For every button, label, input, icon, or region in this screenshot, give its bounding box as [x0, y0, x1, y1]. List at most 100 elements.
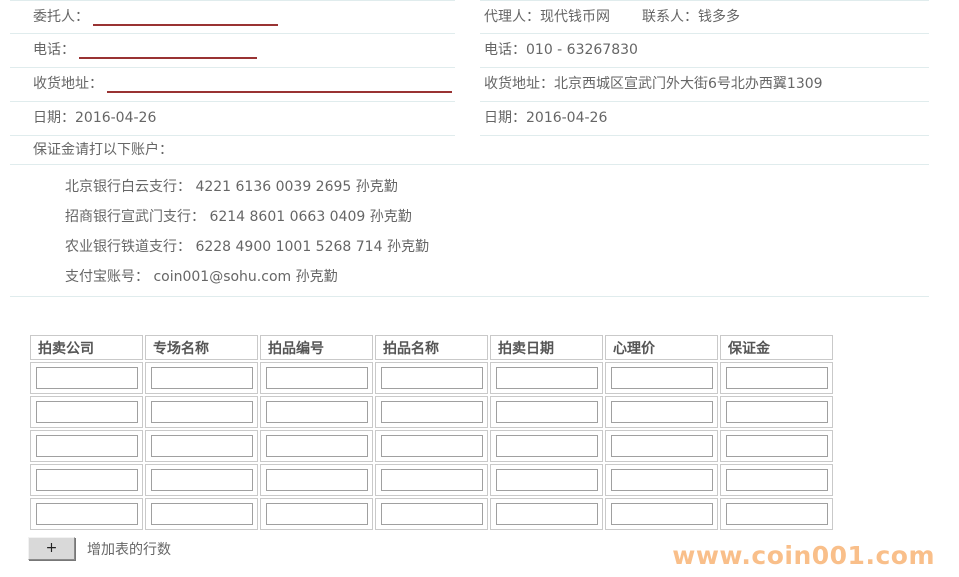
agent-cell: 代理人：现代钱币网联系人：钱多多: [480, 0, 929, 34]
form-row-phone: 电话： 电话：010 - 63267830: [10, 34, 929, 68]
table-cell-input[interactable]: [151, 469, 253, 491]
table-cell-input[interactable]: [381, 435, 483, 457]
agent-date-cell: 日期：2016-04-26: [480, 102, 929, 136]
add-rows-label: 增加表的行数: [87, 539, 171, 559]
table-cell-input[interactable]: [266, 401, 368, 423]
table-cell-input[interactable]: [151, 401, 253, 423]
table-cell: [375, 464, 488, 496]
form-row-address: 收货地址： 收货地址：北京西城区宣武门外大街6号北办西翼1309: [10, 68, 929, 102]
table-cell-input[interactable]: [726, 401, 828, 423]
consignor-cell: 委托人：: [10, 0, 455, 34]
table-cell-input[interactable]: [151, 503, 253, 525]
header-auction-company: 拍卖公司: [30, 335, 143, 360]
table-cell-input[interactable]: [36, 503, 138, 525]
consignor-phone-input[interactable]: [79, 45, 257, 59]
consignor-address-input[interactable]: [107, 79, 452, 93]
table-cell: [720, 464, 833, 496]
form-row-date: 日期：2016-04-26 日期：2016-04-26: [10, 102, 929, 136]
table-cell: [145, 430, 258, 462]
table-row: [30, 396, 833, 428]
table-cell-input[interactable]: [266, 435, 368, 457]
table-cell: [720, 430, 833, 462]
add-row-button[interactable]: +: [28, 537, 75, 560]
contact-label: 联系人：钱多多: [642, 9, 740, 25]
table-cell: [720, 396, 833, 428]
consignor-date-cell: 日期：2016-04-26: [10, 102, 455, 136]
agent-phone-text: 电话：010 - 63267830: [484, 42, 638, 58]
consignor-label: 委托人：: [33, 9, 89, 25]
table-cell-input[interactable]: [611, 367, 713, 389]
site-watermark: www.coin001.com: [672, 541, 935, 570]
table-cell: [375, 362, 488, 394]
table-cell: [375, 396, 488, 428]
table-cell-input[interactable]: [496, 367, 598, 389]
bank-accounts-block: 北京银行白云支行： 4221 6136 0039 2695 孙克勤 招商银行宣武…: [10, 165, 929, 297]
table-row: [30, 430, 833, 462]
table-cell-input[interactable]: [151, 367, 253, 389]
table-cell-input[interactable]: [266, 367, 368, 389]
table-cell: [260, 464, 373, 496]
table-cell: [490, 498, 603, 530]
table-cell-input[interactable]: [611, 435, 713, 457]
consignor-input[interactable]: [93, 12, 278, 26]
table-cell: [260, 430, 373, 462]
table-cell: [605, 498, 718, 530]
table-cell-input[interactable]: [381, 401, 483, 423]
table-cell: [605, 430, 718, 462]
table-cell-input[interactable]: [381, 367, 483, 389]
table-cell-input[interactable]: [611, 469, 713, 491]
table-cell-input[interactable]: [36, 401, 138, 423]
table-cell: [605, 362, 718, 394]
table-cell-input[interactable]: [611, 401, 713, 423]
lot-table: 拍卖公司 专场名称 拍品编号 拍品名称 拍卖日期 心理价 保证金: [28, 333, 835, 532]
table-row: [30, 464, 833, 496]
header-deposit: 保证金: [720, 335, 833, 360]
table-cell-input[interactable]: [381, 469, 483, 491]
table-cell-input[interactable]: [611, 503, 713, 525]
table-cell-input[interactable]: [36, 367, 138, 389]
table-cell: [30, 362, 143, 394]
table-cell-input[interactable]: [726, 367, 828, 389]
consignor-address-label: 收货地址：: [33, 76, 103, 92]
table-cell-input[interactable]: [36, 469, 138, 491]
table-cell: [30, 498, 143, 530]
header-session-name: 专场名称: [145, 335, 258, 360]
header-expected-price: 心理价: [605, 335, 718, 360]
table-cell: [605, 396, 718, 428]
consignment-form-page: 委托人： 代理人：现代钱币网联系人：钱多多 电话： 电话：010 - 63267…: [0, 0, 959, 577]
deposit-heading: 保证金请打以下账户：: [10, 136, 929, 165]
table-cell: [30, 430, 143, 462]
table-cell-input[interactable]: [726, 503, 828, 525]
table-cell: [490, 396, 603, 428]
consignor-date-label: 日期：: [33, 110, 75, 126]
agent-date-text: 日期：2016-04-26: [484, 110, 607, 126]
table-cell: [375, 430, 488, 462]
table-cell: [720, 362, 833, 394]
table-cell-input[interactable]: [496, 435, 598, 457]
table-cell: [490, 464, 603, 496]
table-row: [30, 362, 833, 394]
bank-account-line: 北京银行白云支行： 4221 6136 0039 2695 孙克勤: [65, 172, 929, 202]
consignor-phone-cell: 电话：: [10, 34, 455, 68]
table-cell-input[interactable]: [36, 435, 138, 457]
table-cell-input[interactable]: [266, 469, 368, 491]
table-cell-input[interactable]: [726, 435, 828, 457]
table-cell-input[interactable]: [496, 469, 598, 491]
header-lot-number: 拍品编号: [260, 335, 373, 360]
table-cell: [260, 498, 373, 530]
agent-phone-cell: 电话：010 - 63267830: [480, 34, 929, 68]
table-cell-input[interactable]: [381, 503, 483, 525]
table-cell-input[interactable]: [266, 503, 368, 525]
table-cell: [30, 396, 143, 428]
table-cell: [145, 362, 258, 394]
table-cell: [605, 464, 718, 496]
table-cell-input[interactable]: [496, 503, 598, 525]
table-cell-input[interactable]: [496, 401, 598, 423]
table-cell: [720, 498, 833, 530]
table-cell-input[interactable]: [151, 435, 253, 457]
table-cell-input[interactable]: [726, 469, 828, 491]
header-lot-name: 拍品名称: [375, 335, 488, 360]
agent-address-cell: 收货地址：北京西城区宣武门外大街6号北办西翼1309: [480, 68, 929, 102]
consignor-address-cell: 收货地址：: [10, 68, 455, 102]
header-auction-date: 拍卖日期: [490, 335, 603, 360]
